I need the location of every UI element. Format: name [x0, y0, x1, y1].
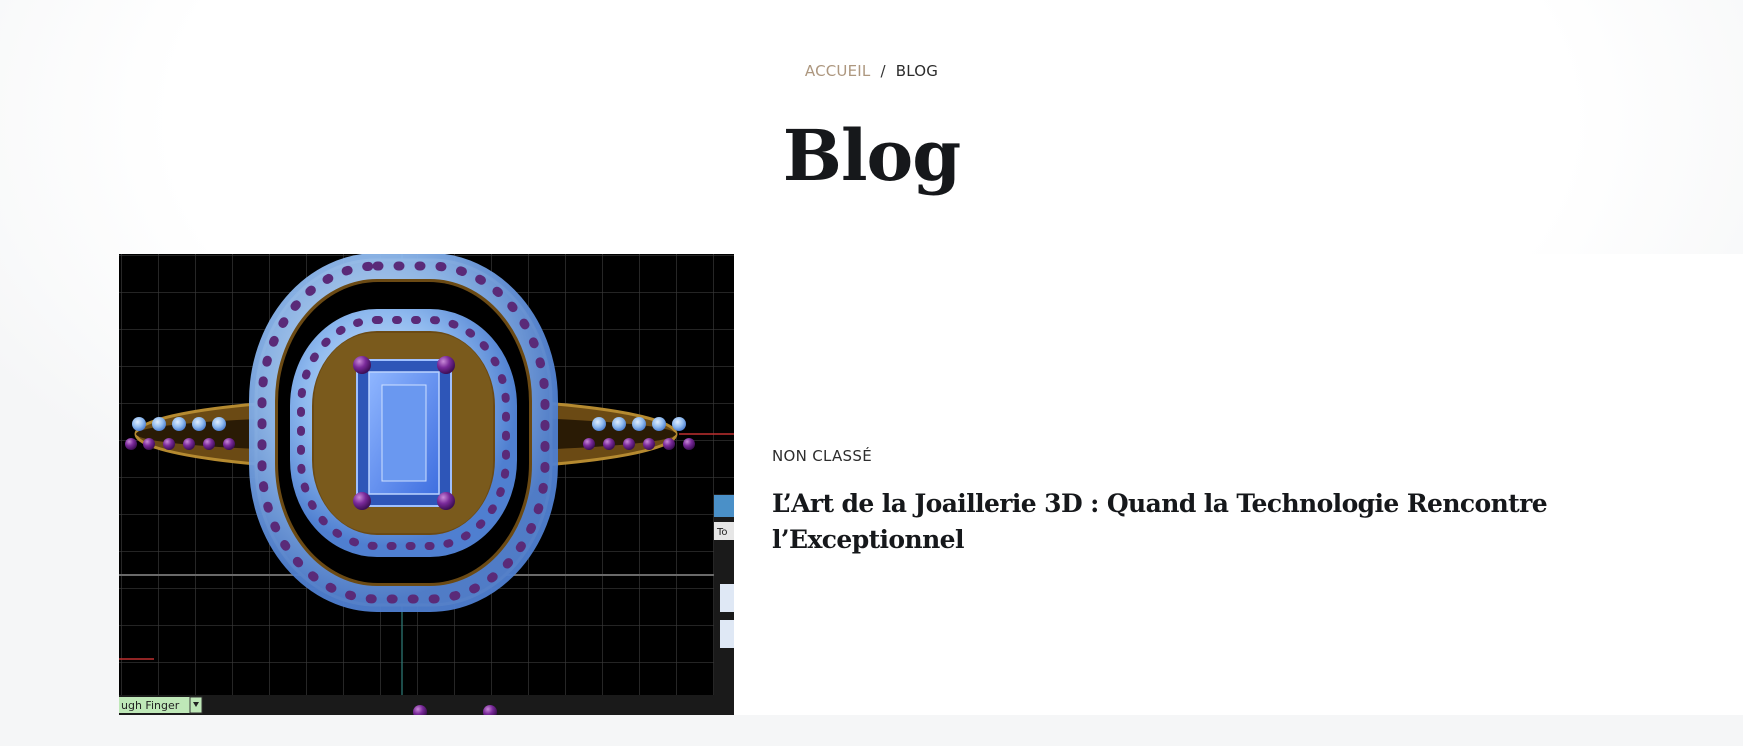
page-title: Blog: [782, 114, 961, 197]
ring-cad-image: To ugh Finger: [119, 254, 734, 715]
breadcrumb-separator: /: [880, 62, 886, 80]
post-title-link[interactable]: L’Art de la Joaillerie 3D : Quand la Tec…: [772, 486, 1722, 558]
breadcrumb-home-link[interactable]: ACCUEIL: [805, 62, 871, 80]
breadcrumb-current: BLOG: [895, 62, 939, 80]
toolbar-label: To: [716, 527, 728, 538]
viewport-label: ugh Finger: [121, 699, 180, 712]
post-category-link[interactable]: NON CLASSÉ: [772, 447, 872, 465]
blog-post-card: To ugh Finger NON CLASSÉ L’Art de la Joa…: [119, 254, 1743, 715]
post-body: NON CLASSÉ L’Art de la Joaillerie 3D : Q…: [734, 254, 1743, 715]
post-thumbnail[interactable]: To ugh Finger: [119, 254, 734, 715]
breadcrumb: ACCUEIL / BLOG: [0, 62, 1743, 80]
